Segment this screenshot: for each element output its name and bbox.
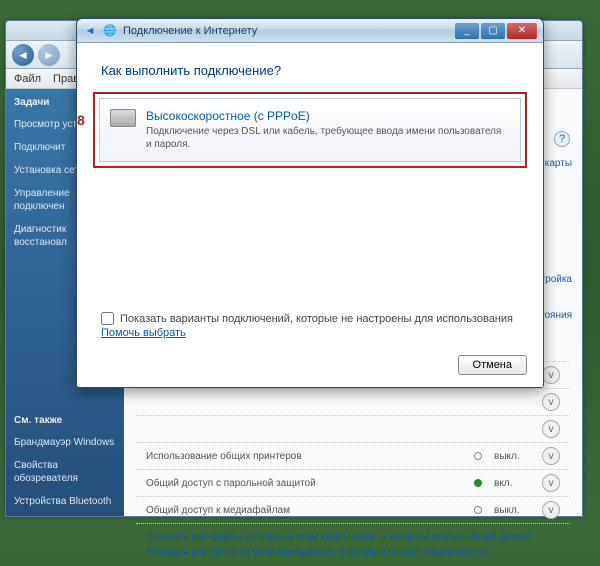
bottom-links: Показать все файлы и папки на этом компь… (136, 523, 570, 566)
sidebar-link[interactable]: Устройства Bluetooth (14, 495, 116, 508)
show-more-checkbox-row[interactable]: Показать варианты подключений, которые н… (101, 312, 513, 325)
menu-file[interactable]: Файл (14, 73, 41, 85)
chevron-down-icon[interactable]: v (542, 501, 560, 519)
show-more-label: Показать варианты подключений, которые н… (120, 313, 513, 325)
maximize-button[interactable]: ▢ (481, 23, 505, 39)
chevron-down-icon[interactable]: v (542, 474, 560, 492)
dialog-heading: Как выполнить подключение? (101, 43, 519, 92)
link-show-all-files[interactable]: Показать все файлы и папки на этом компь… (146, 530, 560, 545)
modem-icon (110, 109, 136, 127)
setting-row: Общий доступ с парольной защитой вкл. v (136, 469, 570, 496)
setting-row: Использование общих принтеров выкл. v (136, 442, 570, 469)
expand-row: v (136, 415, 570, 442)
chevron-down-icon[interactable]: v (542, 447, 560, 465)
nav-forward-button[interactable]: ► (38, 44, 60, 66)
sidebar-seealso-title: См. также (14, 415, 116, 426)
setting-value: выкл. (494, 451, 534, 462)
chevron-down-icon[interactable]: v (542, 420, 560, 438)
sidebar-link[interactable]: Свойства обозревателя (14, 459, 116, 485)
option-title: Высокоскоростное (с PPPoE) (146, 109, 508, 123)
back-arrow-icon[interactable]: ◄ (83, 24, 97, 38)
help-icon[interactable]: ? (554, 131, 570, 147)
annotation-number: 8 (77, 112, 85, 128)
expand-row: v (136, 388, 570, 415)
connect-to-internet-dialog: ◄ 🌐 Подключение к Интернету _ ▢ ✕ Как вы… (76, 18, 544, 388)
status-dot-off (474, 452, 482, 460)
status-dot-on (474, 479, 482, 487)
dialog-body: Как выполнить подключение? 8 Высокоскоро… (77, 43, 543, 387)
status-dot-off (474, 506, 482, 514)
setting-label: Использование общих принтеров (146, 451, 466, 462)
show-more-checkbox[interactable] (101, 312, 114, 325)
pppoe-option[interactable]: Высокоскоростное (с PPPoE) Подключение ч… (99, 98, 521, 162)
globe-icon: 🌐 (103, 24, 117, 38)
setting-label: Общий доступ к медиафайлам (146, 505, 466, 516)
hint-text: тройка (541, 273, 572, 287)
dialog-button-row: Отмена (458, 355, 527, 375)
close-button[interactable]: ✕ (507, 23, 537, 39)
help-choose-link[interactable]: Помочь выбрать (101, 327, 186, 339)
dialog-title: Подключение к Интернету (123, 25, 449, 37)
setting-value: вкл. (494, 478, 534, 489)
link-show-all-folders[interactable]: Показать все папки на этом компьютере, к… (146, 545, 560, 560)
option-desc: Подключение через DSL или кабель, требую… (146, 125, 508, 151)
dialog-titlebar: ◄ 🌐 Подключение к Интернету _ ▢ ✕ (77, 19, 543, 43)
sidebar-link[interactable]: Брандмауэр Windows (14, 436, 116, 449)
nav-back-button[interactable]: ◄ (12, 44, 34, 66)
dialog-footer-options: Показать варианты подключений, которые н… (101, 312, 513, 339)
chevron-down-icon[interactable]: v (542, 366, 560, 384)
cancel-button[interactable]: Отмена (458, 355, 527, 375)
hint-text: карты (545, 157, 572, 171)
setting-label: Общий доступ с парольной защитой (146, 478, 466, 489)
setting-value: выкл. (494, 505, 534, 516)
chevron-down-icon[interactable]: v (542, 393, 560, 411)
setting-row: Общий доступ к медиафайлам выкл. v (136, 496, 570, 523)
annotation-highlight: 8 Высокоскоростное (с PPPoE) Подключение… (93, 92, 527, 168)
minimize-button[interactable]: _ (455, 23, 479, 39)
